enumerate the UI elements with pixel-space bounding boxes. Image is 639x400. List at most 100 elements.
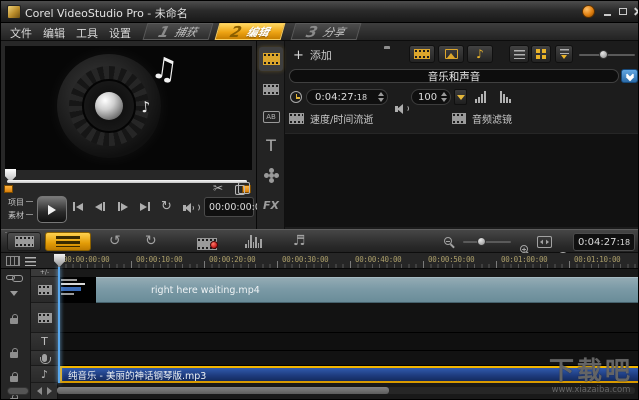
thumbnail-size-slider[interactable] — [579, 54, 635, 56]
auto-music-button[interactable]: ♬ — [293, 233, 306, 249]
volume-dropdown-button[interactable] — [454, 89, 467, 105]
track-manager-label: +/- — [40, 269, 49, 276]
music-track-row[interactable]: 纯音乐 - 美丽的神话钢琴版.mp3 — [58, 366, 639, 383]
nav-filter-button[interactable]: FX — [259, 193, 283, 217]
video-track-header[interactable] — [31, 277, 58, 303]
zoom-in-button[interactable] — [520, 245, 528, 253]
trim-handle-start[interactable] — [4, 185, 13, 193]
audio-filter-button[interactable]: 音频滤镜 — [452, 111, 512, 126]
filter-photo-button[interactable] — [438, 45, 464, 63]
filter-audio-button[interactable]: ♪ — [467, 45, 493, 63]
go-to-start-button[interactable] — [73, 202, 83, 211]
timeline-zoom-slider-thumb[interactable] — [477, 237, 486, 246]
add-button[interactable]: + 添加 — [293, 47, 332, 63]
sound-mixer-button[interactable] — [245, 235, 262, 248]
gutter-dropdown-icon[interactable] — [10, 291, 18, 296]
timeline-menu-icon[interactable] — [25, 257, 36, 266]
music-track-header[interactable]: ♪ — [31, 366, 58, 383]
timeline-view-button[interactable] — [45, 232, 91, 251]
nav-title-button[interactable]: T — [259, 133, 283, 157]
fade-out-button[interactable] — [500, 89, 511, 103]
record-capture-button[interactable] — [197, 235, 217, 254]
timeline-ruler[interactable]: 00:00:00:00 00:00:10:00 00:00:20:00 00:0… — [1, 253, 639, 269]
sort-button[interactable] — [555, 45, 573, 63]
storyboard-view-button[interactable] — [7, 232, 41, 251]
timeline-area: 00:00:00:00 00:00:10:00 00:00:20:00 00:0… — [1, 253, 639, 400]
overlay-track-row[interactable] — [58, 303, 639, 333]
redo-button[interactable]: ↻ — [145, 233, 157, 249]
sort-icon — [560, 49, 569, 54]
split-clip-button[interactable]: ✂ — [213, 181, 223, 195]
timeline-hscrollbar[interactable] — [57, 387, 635, 394]
tab-share[interactable]: 3 分享 — [291, 23, 362, 40]
project-mode-label[interactable]: 项目 — [8, 197, 24, 208]
playhead-line[interactable] — [58, 267, 60, 383]
voice-track-header[interactable] — [31, 351, 58, 366]
filter-video-button[interactable] — [409, 45, 435, 63]
nav-media-button[interactable] — [259, 47, 283, 71]
fit-project-button[interactable] — [537, 236, 552, 248]
minimize-button[interactable] — [600, 4, 615, 19]
duration-spinner[interactable] — [378, 92, 384, 102]
voice-track-icon — [42, 354, 47, 362]
menu-item-settings[interactable]: 设置 — [109, 25, 131, 41]
ride-clips-icon[interactable] — [6, 275, 15, 280]
maximize-button[interactable] — [615, 4, 630, 19]
library-panel: AB T FX + 添加 ♪ 音乐和声音 — [257, 41, 639, 229]
menu-item-edit[interactable]: 编辑 — [43, 25, 65, 41]
volume-spinner[interactable] — [441, 92, 447, 102]
zoom-out-button[interactable] — [444, 237, 452, 245]
speed-timelapse-button[interactable]: 速度/时间流逝 — [289, 111, 373, 126]
instant-project-icon — [263, 84, 279, 95]
track-manager-bar[interactable]: +/- — [31, 269, 58, 277]
timeline-hscrollbar-thumb[interactable] — [57, 387, 389, 394]
photo-filter-icon — [445, 49, 458, 59]
tab-capture[interactable]: 1 捕获 — [143, 23, 214, 40]
title-track-header[interactable]: T — [31, 333, 58, 351]
options-collapse-button[interactable] — [621, 69, 638, 83]
preview-panel: ♫ ♪ ✂ 项目 素材 ↻ 00:00:00:00 — [1, 41, 257, 229]
video-clip-thumbnail[interactable] — [58, 277, 96, 303]
preview-timecode[interactable]: 00:00:00:00 — [204, 197, 254, 217]
go-to-end-button[interactable] — [140, 202, 150, 211]
close-button[interactable] — [630, 4, 639, 19]
overlay-track-lock-icon[interactable] — [10, 318, 18, 324]
clip-duration-field[interactable]: 0:04:27: 18 — [306, 89, 388, 105]
overlay-track-icon — [38, 313, 52, 323]
voice-track-row[interactable] — [58, 351, 639, 366]
video-track-row[interactable]: right here waiting.mp4 — [58, 277, 639, 303]
grid-view-button[interactable] — [531, 45, 551, 63]
timeline-zoom-slider[interactable] — [463, 241, 511, 243]
title-track-lock-icon[interactable] — [10, 352, 18, 358]
next-frame-button[interactable] — [118, 202, 128, 211]
undo-button[interactable]: ↺ — [109, 233, 121, 249]
nav-graphic-button[interactable] — [259, 163, 283, 187]
thumbnail-size-slider-thumb[interactable] — [599, 50, 608, 59]
preview-scrubber-track[interactable] — [7, 180, 247, 183]
track-visibility-icon[interactable] — [6, 256, 20, 266]
fade-in-button[interactable] — [475, 89, 486, 103]
title-track-row[interactable] — [58, 333, 639, 351]
scroll-right-button[interactable] — [47, 387, 52, 395]
clip-volume-field[interactable]: 100 — [411, 89, 451, 105]
repeat-button[interactable]: ↻ — [161, 199, 172, 214]
menu-item-file[interactable]: 文件 — [10, 25, 32, 41]
scroll-left-button[interactable] — [37, 387, 42, 395]
overlay-track-header[interactable] — [31, 303, 58, 333]
enlarge-preview-button[interactable] — [235, 185, 245, 195]
video-clip[interactable]: right here waiting.mp4 — [96, 277, 639, 303]
clip-mode-label[interactable]: 素材 — [8, 210, 24, 221]
play-button[interactable] — [37, 196, 67, 223]
window-title: Corel VideoStudio Pro - 未命名 — [25, 5, 188, 21]
voice-track-lock-icon[interactable] — [10, 376, 18, 382]
corel-guide-icon[interactable] — [582, 5, 595, 18]
menu-item-tools[interactable]: 工具 — [76, 25, 98, 41]
tab-edit[interactable]: 2 编辑 — [215, 23, 286, 40]
nav-instant-project-button[interactable] — [259, 77, 283, 101]
timeline-nav-pill[interactable] — [7, 387, 29, 395]
list-view-button[interactable] — [509, 45, 529, 63]
nav-transition-button[interactable]: AB — [259, 105, 283, 129]
music-clip[interactable]: 纯音乐 - 美丽的神话钢琴版.mp3 — [58, 366, 639, 383]
system-volume-button[interactable] — [183, 203, 197, 213]
previous-frame-button[interactable] — [95, 202, 105, 211]
